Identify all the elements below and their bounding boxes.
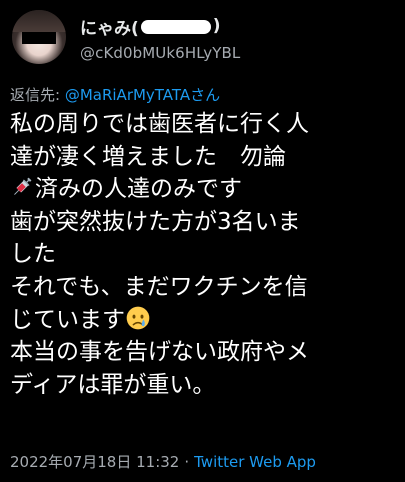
tweet-line: 本当の事を告げない政府やメ bbox=[10, 339, 309, 366]
tweet-timestamp[interactable]: 2022年07月18日 11:32 bbox=[10, 453, 179, 471]
tweet-line: 私の周りでは歯医者に行く人 bbox=[10, 111, 309, 137]
tweet-source-link[interactable]: Twitter Web App bbox=[194, 453, 316, 471]
tweet-line: 歯が突然抜けた方が3名いま bbox=[10, 208, 301, 235]
author-handle[interactable]: @cKd0bMUk6HLyYBL bbox=[80, 44, 240, 62]
reply-context: 返信先: @MaRiArMyTATAさん bbox=[10, 84, 220, 105]
tweet-line: 達が凄く増えました 勿論 bbox=[10, 143, 286, 170]
avatar-censor-bar bbox=[22, 32, 56, 44]
tweet-line: した bbox=[10, 241, 56, 268]
tweet-line: 済みの人達のみです bbox=[10, 173, 398, 206]
avatar-hair-shape bbox=[12, 10, 66, 32]
tweet-meta: 2022年07月18日 11:32 · Twitter Web App bbox=[10, 451, 316, 472]
author-display-name-end: ) bbox=[212, 16, 221, 36]
tweet-line: じています bbox=[10, 304, 398, 337]
syringe-emoji-icon bbox=[14, 177, 32, 196]
meta-separator: · bbox=[184, 453, 190, 471]
author-name-row[interactable]: にゃみ( ) bbox=[80, 14, 221, 39]
avatar[interactable] bbox=[12, 10, 66, 64]
author-display-name[interactable]: にゃみ( bbox=[80, 14, 139, 39]
crying-face-emoji-icon bbox=[126, 306, 150, 329]
redaction-bar bbox=[140, 20, 211, 34]
tweet-card: にゃみ( ) @cKd0bMUk6HLyYBL 返信先: @MaRiArMyTA… bbox=[0, 0, 405, 482]
reply-prefix: 返信先: bbox=[10, 86, 65, 104]
tweet-line: それでも、まだワクチンを信 bbox=[10, 273, 308, 300]
tweet-line: ディアは罪が重い。 bbox=[10, 371, 216, 398]
reply-target-link[interactable]: @MaRiArMyTATAさん bbox=[65, 86, 220, 104]
tweet-body: 私の周りでは歯医者に行く人 達が凄く増えました 勿論 済みの人達のみです 歯が突… bbox=[10, 108, 398, 401]
